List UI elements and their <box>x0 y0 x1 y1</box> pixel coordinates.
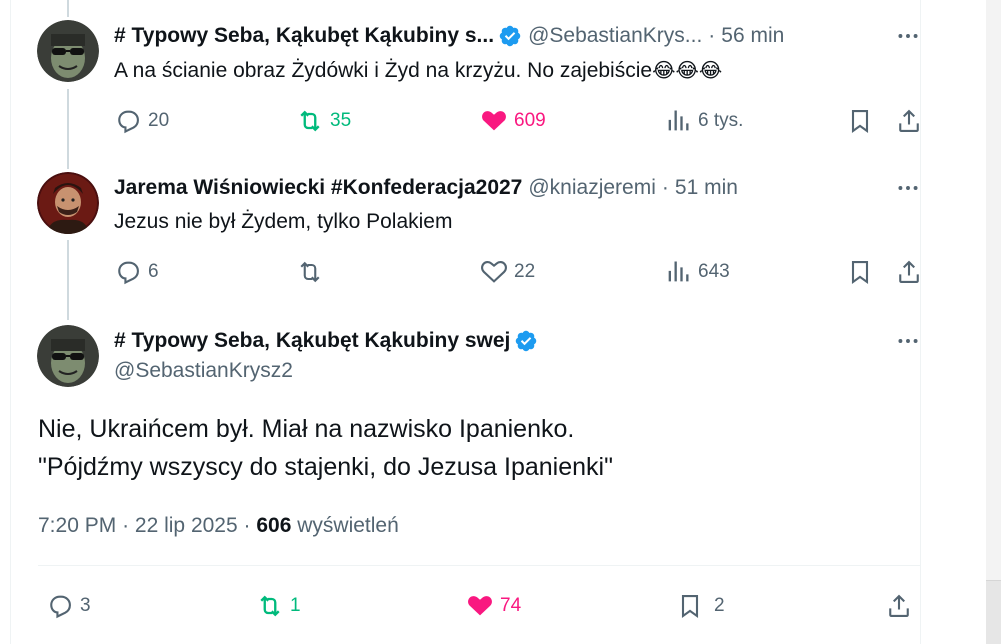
tweet-meta: 7:20 PM · 22 lip 2025 · 606 wyświetleń <box>38 512 399 540</box>
heart-filled-icon <box>482 111 506 131</box>
verified-badge-icon[interactable] <box>514 329 538 353</box>
bookmark-button[interactable] <box>845 257 875 287</box>
verified-badge-icon[interactable] <box>498 24 522 48</box>
avatar-image <box>37 20 99 82</box>
repost-button[interactable] <box>296 257 330 287</box>
tweet-text-line: "Pójdźmy wszyscy do stajenki, do Jezusa … <box>38 453 613 481</box>
separator: · <box>661 176 669 199</box>
emoji-laughing: 😂😂😂 <box>652 58 723 82</box>
scrollbar[interactable] <box>986 0 1001 644</box>
repost-count: 35 <box>330 110 352 131</box>
reply-count: 6 <box>148 261 159 282</box>
tweet-date[interactable]: 22 lip 2025 <box>135 514 238 537</box>
heart-filled-icon <box>468 596 492 616</box>
reply-icon <box>50 595 71 619</box>
avatar[interactable] <box>37 325 99 387</box>
reply-icon <box>118 261 139 285</box>
repost-icon <box>260 595 280 617</box>
heart-icon <box>481 261 507 283</box>
views-icon <box>668 110 689 131</box>
reply-button[interactable]: 6 <box>114 257 159 287</box>
tweet-header: # Typowy Seba, Kąkubęt Kąkubiny s... @Se… <box>114 23 889 49</box>
like-count: 74 <box>500 595 522 616</box>
bookmark-icon <box>681 595 699 618</box>
tweet-time[interactable]: 7:20 PM <box>38 514 116 537</box>
column-border-left <box>10 0 11 644</box>
more-icon[interactable] <box>893 328 923 354</box>
share-icon <box>899 109 919 132</box>
share-button[interactable] <box>884 591 914 621</box>
reply-icon <box>118 110 139 134</box>
avatar-image <box>37 172 99 234</box>
column-border-right <box>920 0 921 644</box>
like-button[interactable]: 609 <box>480 106 546 136</box>
user-handle[interactable]: @SebastianKrys... <box>528 23 702 49</box>
tweet-text-body: A na ścianie obraz Żydówki i Żyd na krzy… <box>114 59 653 82</box>
repost-count: 1 <box>290 595 301 616</box>
thread-line <box>67 89 69 169</box>
avatar-image <box>37 325 99 387</box>
repost-button[interactable]: 1 <box>256 591 301 621</box>
divider <box>38 565 920 566</box>
tweet-header: # Typowy Seba, Kąkubęt Kąkubiny swej <box>114 328 814 354</box>
display-name[interactable]: # Typowy Seba, Kąkubęt Kąkubiny s... <box>114 23 494 49</box>
timestamp[interactable]: 56 min <box>721 23 784 49</box>
reply-button[interactable]: 20 <box>114 106 169 136</box>
thread-view: # Typowy Seba, Kąkubęt Kąkubiny s... @Se… <box>0 0 1001 644</box>
scrollbar-track[interactable] <box>986 580 1001 644</box>
views-button[interactable]: 643 <box>664 257 730 287</box>
bookmark-icon <box>851 110 869 133</box>
separator: · <box>708 24 716 47</box>
avatar[interactable] <box>37 172 99 234</box>
like-button[interactable]: 22 <box>480 257 535 287</box>
share-icon <box>899 260 919 283</box>
like-button[interactable]: 74 <box>466 591 521 621</box>
bookmark-button[interactable]: 2 <box>676 591 725 621</box>
reply-button[interactable]: 3 <box>46 591 91 621</box>
share-button[interactable] <box>894 257 924 287</box>
more-icon[interactable] <box>893 175 923 201</box>
tweet-text-line: Nie, Ukraińcem był. Miał na nazwisko Ipa… <box>38 415 575 443</box>
separator: · <box>243 514 251 537</box>
user-handle[interactable]: @SebastianKrysz2 <box>114 358 293 384</box>
avatar[interactable] <box>37 20 99 82</box>
reply-count: 20 <box>148 110 170 131</box>
share-icon <box>889 594 909 617</box>
bookmark-icon <box>851 261 869 284</box>
repost-button[interactable]: 35 <box>296 106 351 136</box>
views-label: wyświetleń <box>297 514 399 537</box>
repost-icon <box>300 110 320 132</box>
bookmark-count: 2 <box>714 595 725 616</box>
share-button[interactable] <box>894 106 924 136</box>
like-count: 22 <box>514 261 536 282</box>
repost-icon <box>300 261 320 283</box>
views-count: 606 <box>256 514 292 537</box>
views-icon <box>668 261 689 282</box>
reply-count: 3 <box>80 595 91 616</box>
tweet-handle-row: @SebastianKrysz2 <box>114 358 293 384</box>
like-count: 609 <box>514 110 546 131</box>
timestamp[interactable]: 51 min <box>675 175 738 201</box>
views-count: 643 <box>698 261 730 282</box>
display-name[interactable]: # Typowy Seba, Kąkubęt Kąkubiny swej <box>114 328 510 354</box>
views-button[interactable]: 6 tys. <box>664 106 743 136</box>
bookmark-button[interactable] <box>845 106 875 136</box>
views-count: 6 tys. <box>698 110 744 131</box>
user-handle[interactable]: @kniazjeremi <box>528 175 656 201</box>
display-name[interactable]: Jarema Wiśniowiecki #Konfederacja2027 <box>114 175 522 201</box>
separator: · <box>122 514 130 537</box>
tweet-header: Jarema Wiśniowiecki #Konfederacja2027 @k… <box>114 175 889 201</box>
tweet-text: Jezus nie był Żydem, tylko Polakiem <box>114 210 453 233</box>
more-icon[interactable] <box>893 23 923 49</box>
tweet-text: A na ścianie obraz Żydówki i Żyd na krzy… <box>114 56 722 85</box>
thread-line <box>67 240 69 320</box>
thread-line <box>67 0 69 17</box>
